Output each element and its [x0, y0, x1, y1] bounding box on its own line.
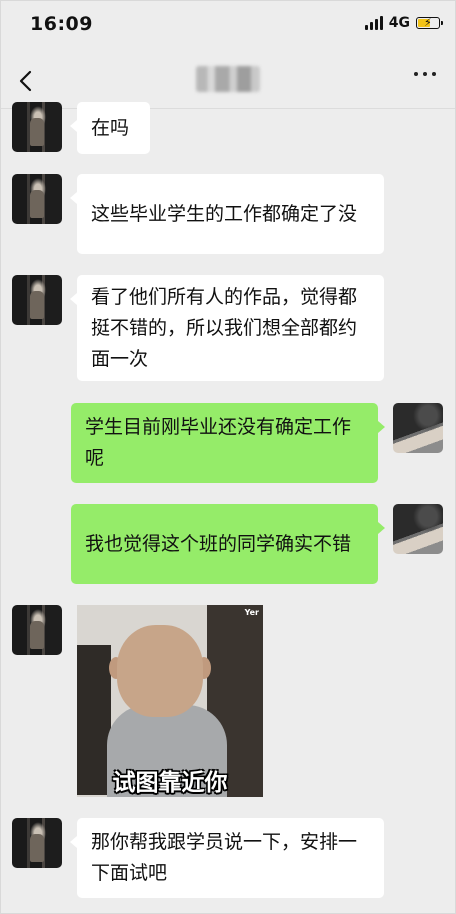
sticker-tag: Yer — [244, 608, 259, 617]
status-icons: 4G ⚡ — [364, 15, 443, 31]
chat-header — [0, 52, 456, 109]
sticker-face — [117, 625, 203, 717]
network-type: 4G — [388, 15, 410, 31]
sticker-caption: 试图靠近你 — [112, 770, 228, 796]
message-bubble-sent[interactable]: 我也觉得这个班的同学确实不错 — [71, 504, 385, 584]
message-bubble-sent[interactable]: 学生目前刚毕业还没有确定工作呢 — [71, 403, 385, 483]
status-time: 16:09 — [30, 13, 93, 35]
self-avatar[interactable] — [393, 403, 443, 453]
chat-title-blurred — [196, 66, 260, 92]
chevron-left-icon — [19, 70, 32, 92]
contact-avatar[interactable] — [12, 275, 62, 325]
message-bubble-received[interactable]: 在吗 — [70, 102, 150, 154]
signal-icon — [364, 16, 383, 30]
message-bubble-received[interactable]: 看了他们所有人的作品，觉得都挺不错的，所以我们想全部都约面一次 — [70, 275, 384, 381]
contact-avatar[interactable] — [12, 102, 62, 152]
contact-avatar[interactable] — [12, 605, 62, 655]
message-bubble-received[interactable]: 这些毕业学生的工作都确定了没 — [70, 174, 384, 254]
contact-avatar[interactable] — [12, 818, 62, 868]
more-dots-icon[interactable] — [414, 72, 436, 76]
status-bar: 16:09 4G ⚡ — [0, 0, 456, 52]
sticker-image[interactable]: Yer 试图靠近你 — [77, 605, 263, 797]
contact-avatar[interactable] — [12, 174, 62, 224]
self-avatar[interactable] — [393, 504, 443, 554]
back-button[interactable] — [14, 66, 44, 96]
battery-icon: ⚡ — [416, 16, 443, 29]
message-bubble-received[interactable]: 那你帮我跟学员说一下，安排一下面试吧 — [70, 818, 384, 898]
